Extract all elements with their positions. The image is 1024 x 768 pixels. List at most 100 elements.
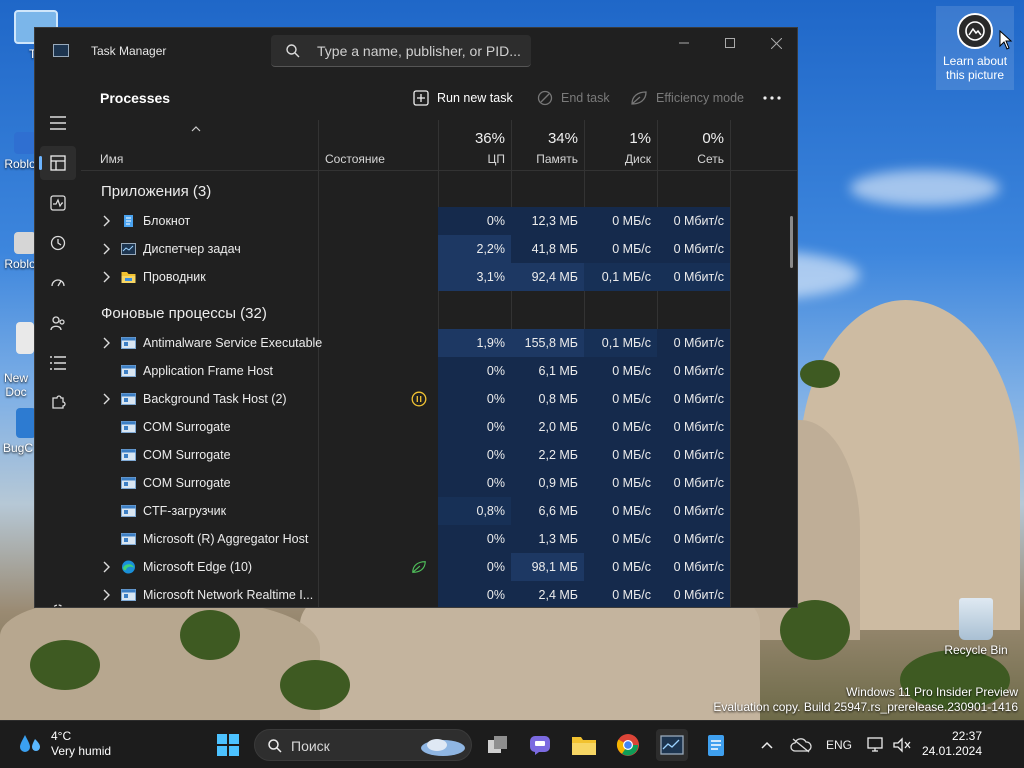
- run-new-task-button[interactable]: Run new task: [413, 88, 513, 108]
- column-header-disk[interactable]: Диск: [584, 152, 651, 166]
- chevron-right-icon[interactable]: [101, 561, 111, 573]
- wallpaper-cloud: [850, 170, 1000, 206]
- disk-value: 0 МБ/с: [584, 385, 657, 413]
- end-task-button[interactable]: End task: [537, 88, 610, 108]
- table-row[interactable]: Microsoft Network Realtime I... 0% 2,4 М…: [81, 581, 731, 607]
- nav-details[interactable]: [40, 346, 76, 380]
- memory-value: 2,4 МБ: [511, 581, 584, 607]
- desktop-icon-label: BugC: [2, 441, 34, 455]
- column-header-disk-percent[interactable]: 1%: [584, 130, 651, 147]
- table-row[interactable]: COM Surrogate 0% 2,0 МБ 0 МБ/с 0 Мбит/с: [81, 413, 731, 441]
- minimize-button[interactable]: [661, 28, 707, 58]
- network-value: 0 Мбит/с: [657, 385, 730, 413]
- process-name: Microsoft Network Realtime I...: [143, 588, 314, 602]
- chevron-right-icon[interactable]: [101, 337, 111, 349]
- taskbar-search-box[interactable]: Поиск: [254, 729, 472, 761]
- folder-icon: [572, 737, 596, 755]
- volume-button[interactable]: [888, 729, 916, 761]
- chrome-button[interactable]: [612, 729, 644, 761]
- teams-chat-button[interactable]: [524, 729, 556, 761]
- notepad-taskbar-button[interactable]: [700, 729, 732, 761]
- more-dots-icon: [763, 96, 781, 100]
- column-header-cpu[interactable]: ЦП: [438, 152, 505, 166]
- table-row[interactable]: CTF-загрузчик 0,8% 6,6 МБ 0 МБ/с 0 Мбит/…: [81, 497, 731, 525]
- users-icon: [50, 316, 65, 331]
- column-header-network[interactable]: Сеть: [657, 152, 724, 166]
- nav-settings[interactable]: [40, 594, 76, 607]
- table-row[interactable]: Блокнот 0% 12,3 МБ 0 МБ/с 0 Мбит/с: [81, 207, 731, 235]
- process-name: COM Surrogate: [143, 420, 231, 434]
- hamburger-menu-button[interactable]: [40, 106, 76, 140]
- speaker-muted-icon: [893, 737, 911, 753]
- memory-value: 6,1 МБ: [511, 357, 584, 385]
- column-header-cpu-percent[interactable]: 36%: [438, 130, 505, 147]
- nav-processes[interactable]: [39, 146, 76, 180]
- network-value: 0 Мбит/с: [657, 581, 730, 607]
- network-status-button[interactable]: [862, 729, 890, 761]
- column-header-name[interactable]: Имя: [100, 152, 123, 166]
- table-row[interactable]: Antimalware Service Executable 1,9% 155,…: [81, 329, 731, 357]
- network-value: 0 Мбит/с: [657, 263, 730, 291]
- nav-startup-apps[interactable]: [40, 266, 76, 300]
- table-row[interactable]: Application Frame Host 0% 6,1 МБ 0 МБ/с …: [81, 357, 731, 385]
- table-row[interactable]: COM Surrogate 0% 0,9 МБ 0 МБ/с 0 Мбит/с: [81, 469, 731, 497]
- title-bar[interactable]: Task Manager: [35, 28, 797, 76]
- more-options-button[interactable]: [763, 88, 781, 108]
- search-input[interactable]: [317, 41, 522, 61]
- end-task-label: End task: [561, 91, 610, 105]
- desktop-icon-recycle-bin[interactable]: Recycle Bin: [938, 598, 1014, 657]
- services-puzzle-icon: [52, 395, 66, 409]
- table-row[interactable]: Background Task Host (2) 0% 0,8 МБ 0 МБ/…: [81, 385, 731, 413]
- close-button[interactable]: [753, 28, 797, 58]
- onedrive-button[interactable]: [786, 729, 816, 761]
- raindrop-icon: [20, 735, 40, 752]
- cpu-value: 3,1%: [438, 263, 511, 291]
- cpu-value: 0%: [438, 385, 511, 413]
- recycle-bin-label: Recycle Bin: [944, 643, 1008, 657]
- group-header-apps: Приложения (3): [101, 183, 212, 200]
- task-manager-taskbar-button[interactable]: [656, 729, 688, 761]
- memory-value: 92,4 МБ: [511, 263, 584, 291]
- system-clock[interactable]: 22:37 24.01.2024: [922, 729, 982, 759]
- input-language-indicator[interactable]: ENG: [826, 738, 852, 752]
- details-list-icon: [50, 356, 66, 370]
- column-header-network-percent[interactable]: 0%: [657, 130, 724, 147]
- memory-value: 41,8 МБ: [511, 235, 584, 263]
- maximize-button[interactable]: [707, 28, 753, 58]
- table-row[interactable]: Проводник 3,1% 92,4 МБ 0,1 МБ/с 0 Мбит/с: [81, 263, 731, 291]
- chevron-right-icon[interactable]: [101, 271, 111, 283]
- cpu-value: 0%: [438, 207, 511, 235]
- disk-value: 0 МБ/с: [584, 235, 657, 263]
- chevron-right-icon[interactable]: [101, 215, 111, 227]
- group-header-background: Фоновые процессы (32): [101, 305, 267, 322]
- learn-tile-line2: this picture: [945, 68, 1005, 82]
- show-hidden-icons-button[interactable]: [752, 729, 782, 761]
- table-row[interactable]: COM Surrogate 0% 2,2 МБ 0 МБ/с 0 Мбит/с: [81, 441, 731, 469]
- nav-services[interactable]: [40, 386, 76, 420]
- chevron-right-icon[interactable]: [101, 243, 111, 255]
- nav-performance[interactable]: [40, 186, 76, 220]
- network-value: 0 Мбит/с: [657, 413, 730, 441]
- table-row[interactable]: Microsoft Edge (10) 0% 98,1 МБ 0 МБ/с 0 …: [81, 553, 731, 581]
- vertical-scrollbar[interactable]: [790, 216, 793, 268]
- process-name: CTF-загрузчик: [143, 504, 227, 518]
- table-row[interactable]: Microsoft (R) Aggregator Host 0% 1,3 МБ …: [81, 525, 731, 553]
- process-name: Диспетчер задач: [143, 242, 241, 256]
- chevron-right-icon[interactable]: [101, 393, 111, 405]
- close-icon: [770, 37, 782, 49]
- search-box[interactable]: [271, 35, 531, 67]
- task-view-button[interactable]: [482, 729, 514, 761]
- column-header-memory-percent[interactable]: 34%: [511, 130, 578, 147]
- file-explorer-button[interactable]: [568, 729, 600, 761]
- table-row[interactable]: Диспетчер задач 2,2% 41,8 МБ 0 МБ/с 0 Мб…: [81, 235, 731, 263]
- disk-value: 0 МБ/с: [584, 441, 657, 469]
- start-button[interactable]: [212, 729, 244, 761]
- efficiency-mode-button[interactable]: Efficiency mode: [630, 88, 744, 108]
- column-header-status[interactable]: Состояние: [325, 152, 385, 166]
- column-header-memory[interactable]: Память: [511, 152, 578, 166]
- network-value: 0 Мбит/с: [657, 235, 730, 263]
- nav-app-history[interactable]: [40, 226, 76, 260]
- nav-users[interactable]: [40, 306, 76, 340]
- notepad-icon: [708, 735, 724, 756]
- chevron-right-icon[interactable]: [101, 589, 111, 601]
